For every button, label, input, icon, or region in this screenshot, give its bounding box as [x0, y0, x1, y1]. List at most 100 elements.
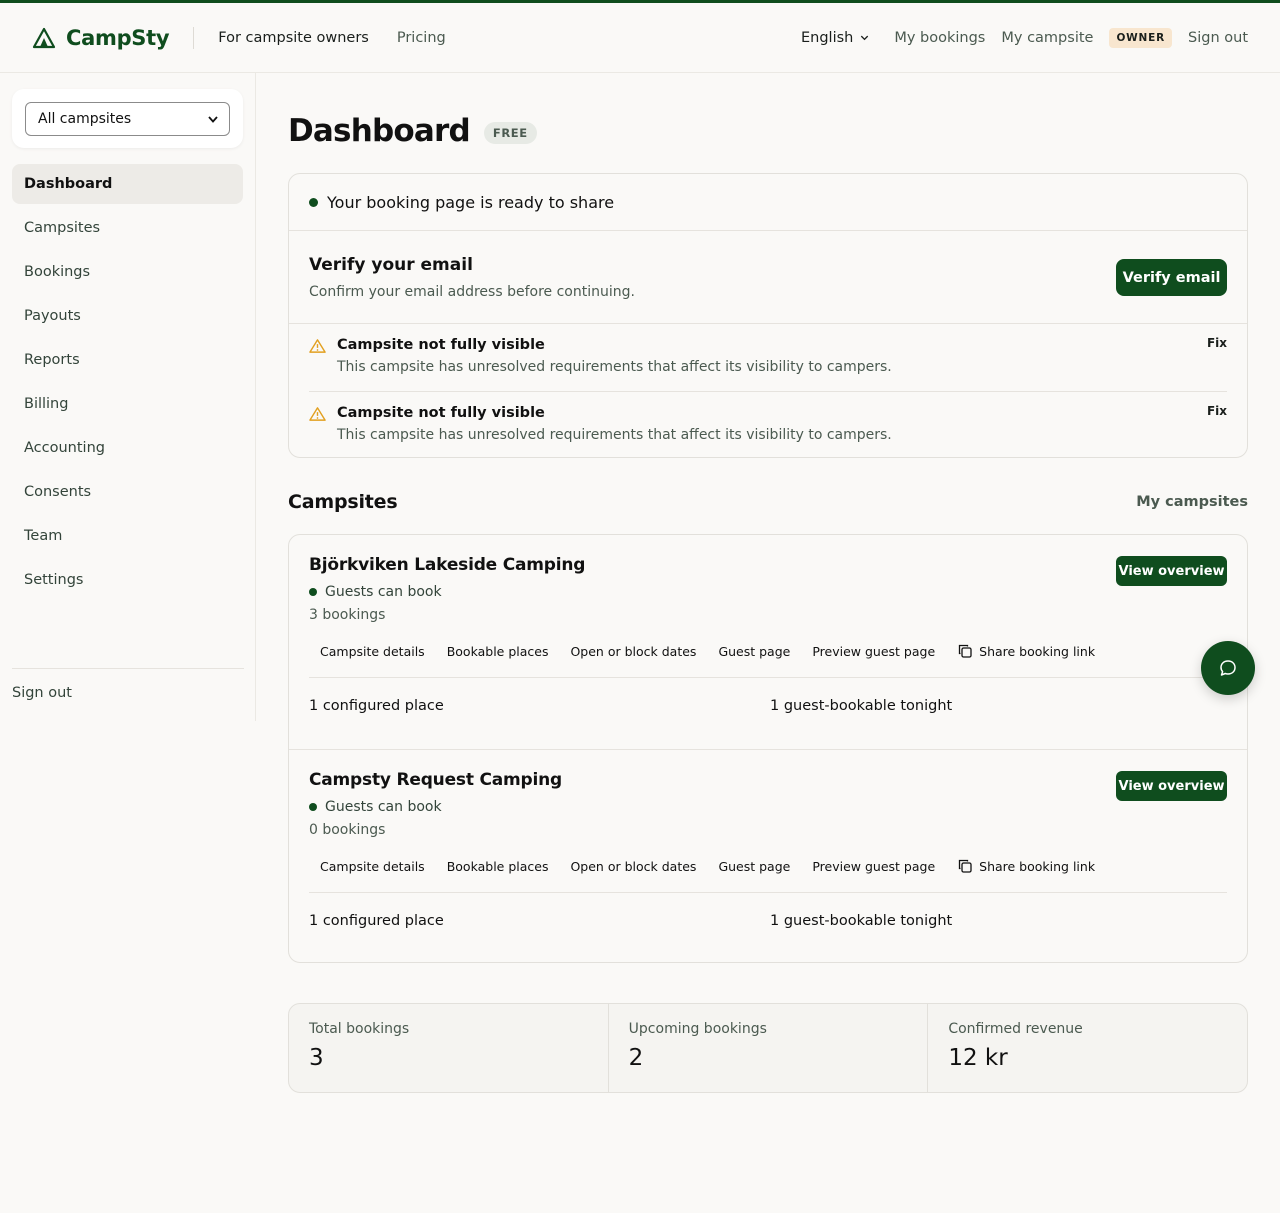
secondary-nav: English My bookings My campsite OWNER Si…	[801, 27, 1248, 48]
share-booking-link-label: Share booking link	[979, 858, 1096, 874]
warning-triangle-icon	[309, 339, 326, 353]
share-booking-link-button[interactable]: Share booking link	[946, 643, 1106, 659]
stat-value: 3	[309, 1045, 324, 1071]
sidebar-item-team[interactable]: Team	[12, 516, 243, 556]
primary-nav: For campsite owners Pricing	[218, 30, 445, 46]
sidebar-item-dashboard[interactable]: Dashboard	[12, 164, 243, 204]
header-sign-out[interactable]: Sign out	[1188, 30, 1248, 46]
campsite-status: Guests can book	[309, 584, 1227, 600]
campsite-select-card: All campsites	[12, 89, 243, 148]
brand[interactable]: CampSty	[32, 25, 170, 50]
chevron-down-icon	[208, 116, 218, 123]
page-title: Dashboard	[288, 113, 471, 149]
warning-triangle-icon	[309, 407, 326, 421]
sidebar-item-settings[interactable]: Settings	[12, 560, 243, 600]
open-block-dates-link[interactable]: Open or block dates	[559, 859, 707, 874]
share-booking-link-label: Share booking link	[979, 643, 1096, 659]
visibility-warning: Campsite not fully visible This campsite…	[309, 324, 1227, 391]
nav-link-owners[interactable]: For campsite owners	[218, 30, 369, 46]
stat-upcoming-bookings: Upcoming bookings 2	[607, 1004, 928, 1092]
sidebar-item-payouts[interactable]: Payouts	[12, 296, 243, 336]
verify-email-title: Verify your email	[309, 255, 473, 275]
sidebar-divider	[12, 668, 244, 669]
warning-list: Campsite not fully visible This campsite…	[289, 324, 1247, 458]
sidebar-sign-out[interactable]: Sign out	[12, 685, 72, 701]
campsite-status-text: Guests can book	[325, 799, 442, 815]
warning-title: Campsite not fully visible	[337, 405, 545, 421]
warning-title: Campsite not fully visible	[337, 337, 545, 353]
status-dot-icon	[309, 588, 317, 596]
sidebar: All campsites Dashboard Campsites Bookin…	[0, 73, 256, 721]
warning-description: This campsite has unresolved requirement…	[337, 359, 892, 375]
open-block-dates-link[interactable]: Open or block dates	[559, 644, 707, 659]
preview-guest-page-link[interactable]: Preview guest page	[801, 644, 946, 659]
nav-link-my-bookings[interactable]: My bookings	[894, 30, 985, 46]
language-label: English	[800, 29, 854, 46]
campsite-meta: 1 configured place 1 guest-bookable toni…	[309, 678, 1227, 734]
bookable-tonight: 1 guest-bookable tonight	[770, 913, 953, 929]
tent-icon	[32, 27, 56, 48]
chat-button[interactable]	[1201, 641, 1255, 695]
chevron-down-icon	[861, 35, 869, 41]
warning-fix-link[interactable]: Fix	[1207, 404, 1227, 418]
share-booking-link-button[interactable]: Share booking link	[946, 858, 1106, 874]
verify-email-button[interactable]: Verify email	[1116, 259, 1227, 296]
booking-ready-text: Your booking page is ready to share	[327, 192, 615, 212]
stat-label: Confirmed revenue	[948, 1021, 1083, 1037]
campsites-card: Björkviken Lakeside Camping Guests can b…	[288, 534, 1248, 963]
my-campsites-link[interactable]: My campsites	[1136, 494, 1248, 510]
sidebar-item-consents[interactable]: Consents	[12, 472, 243, 512]
visibility-warning: Campsite not fully visible This campsite…	[309, 391, 1227, 458]
bookable-tonight: 1 guest-bookable tonight	[770, 698, 953, 714]
campsite-name: Campsty Request Camping	[309, 770, 562, 790]
stat-value: 2	[628, 1045, 644, 1071]
sidebar-item-reports[interactable]: Reports	[12, 340, 243, 380]
campsite-select-value: All campsites	[38, 111, 132, 127]
campsite-details-link[interactable]: Campsite details	[309, 644, 436, 659]
campsite-details-link[interactable]: Campsite details	[309, 859, 436, 874]
campsite-status: Guests can book	[309, 799, 1227, 815]
sidebar-item-accounting[interactable]: Accounting	[12, 428, 243, 468]
warning-fix-link[interactable]: Fix	[1207, 336, 1227, 350]
status-dot-icon	[309, 197, 318, 207]
chat-bubble-icon	[1220, 660, 1236, 676]
campsites-section-header: Campsites My campsites	[288, 491, 1248, 513]
stats-card: Total bookings 3 Upcoming bookings 2 Con…	[288, 1003, 1248, 1093]
verify-email-row: Verify your email Confirm your email add…	[289, 231, 1247, 324]
stat-label: Upcoming bookings	[628, 1021, 767, 1037]
sidebar-item-campsites[interactable]: Campsites	[12, 208, 243, 248]
copy-icon	[958, 859, 972, 873]
page-header: Dashboard FREE	[288, 113, 537, 149]
sidebar-item-billing[interactable]: Billing	[12, 384, 243, 424]
stat-label: Total bookings	[309, 1021, 410, 1037]
brand-divider	[193, 26, 195, 49]
campsite-select[interactable]: All campsites	[25, 102, 230, 136]
status-dot-icon	[309, 803, 317, 811]
booking-ready-banner: Your booking page is ready to share	[289, 174, 1247, 231]
campsite-meta: 1 configured place 1 guest-bookable toni…	[309, 893, 1227, 949]
view-overview-button[interactable]: View overview	[1116, 771, 1227, 801]
stat-value: 12 kr	[948, 1045, 1008, 1071]
top-navigation: CampSty For campsite owners Pricing Engl…	[0, 3, 1280, 73]
bookable-places-link[interactable]: Bookable places	[436, 859, 560, 874]
preview-guest-page-link[interactable]: Preview guest page	[801, 859, 946, 874]
nav-link-pricing[interactable]: Pricing	[397, 30, 446, 46]
campsite-name: Björkviken Lakeside Camping	[309, 555, 586, 575]
configured-places: 1 configured place	[309, 913, 444, 929]
guest-page-link[interactable]: Guest page	[707, 644, 801, 659]
sidebar-item-bookings[interactable]: Bookings	[12, 252, 243, 292]
brand-name: CampSty	[66, 25, 170, 50]
stat-total-bookings: Total bookings 3	[289, 1004, 608, 1092]
campsites-section-title: Campsites	[288, 491, 398, 513]
configured-places: 1 configured place	[309, 698, 444, 714]
sidebar-nav: Dashboard Campsites Bookings Payouts Rep…	[12, 164, 243, 604]
nav-link-my-campsite[interactable]: My campsite	[1001, 30, 1093, 46]
guest-page-link[interactable]: Guest page	[707, 859, 801, 874]
bookable-places-link[interactable]: Bookable places	[436, 644, 560, 659]
warning-description: This campsite has unresolved requirement…	[337, 427, 892, 443]
language-selector[interactable]: English	[801, 30, 870, 46]
role-badge: OWNER	[1109, 27, 1173, 48]
verify-email-description: Confirm your email address before contin…	[309, 284, 635, 300]
view-overview-button[interactable]: View overview	[1116, 556, 1227, 586]
campsite-bookings-count: 0 bookings	[309, 822, 386, 838]
